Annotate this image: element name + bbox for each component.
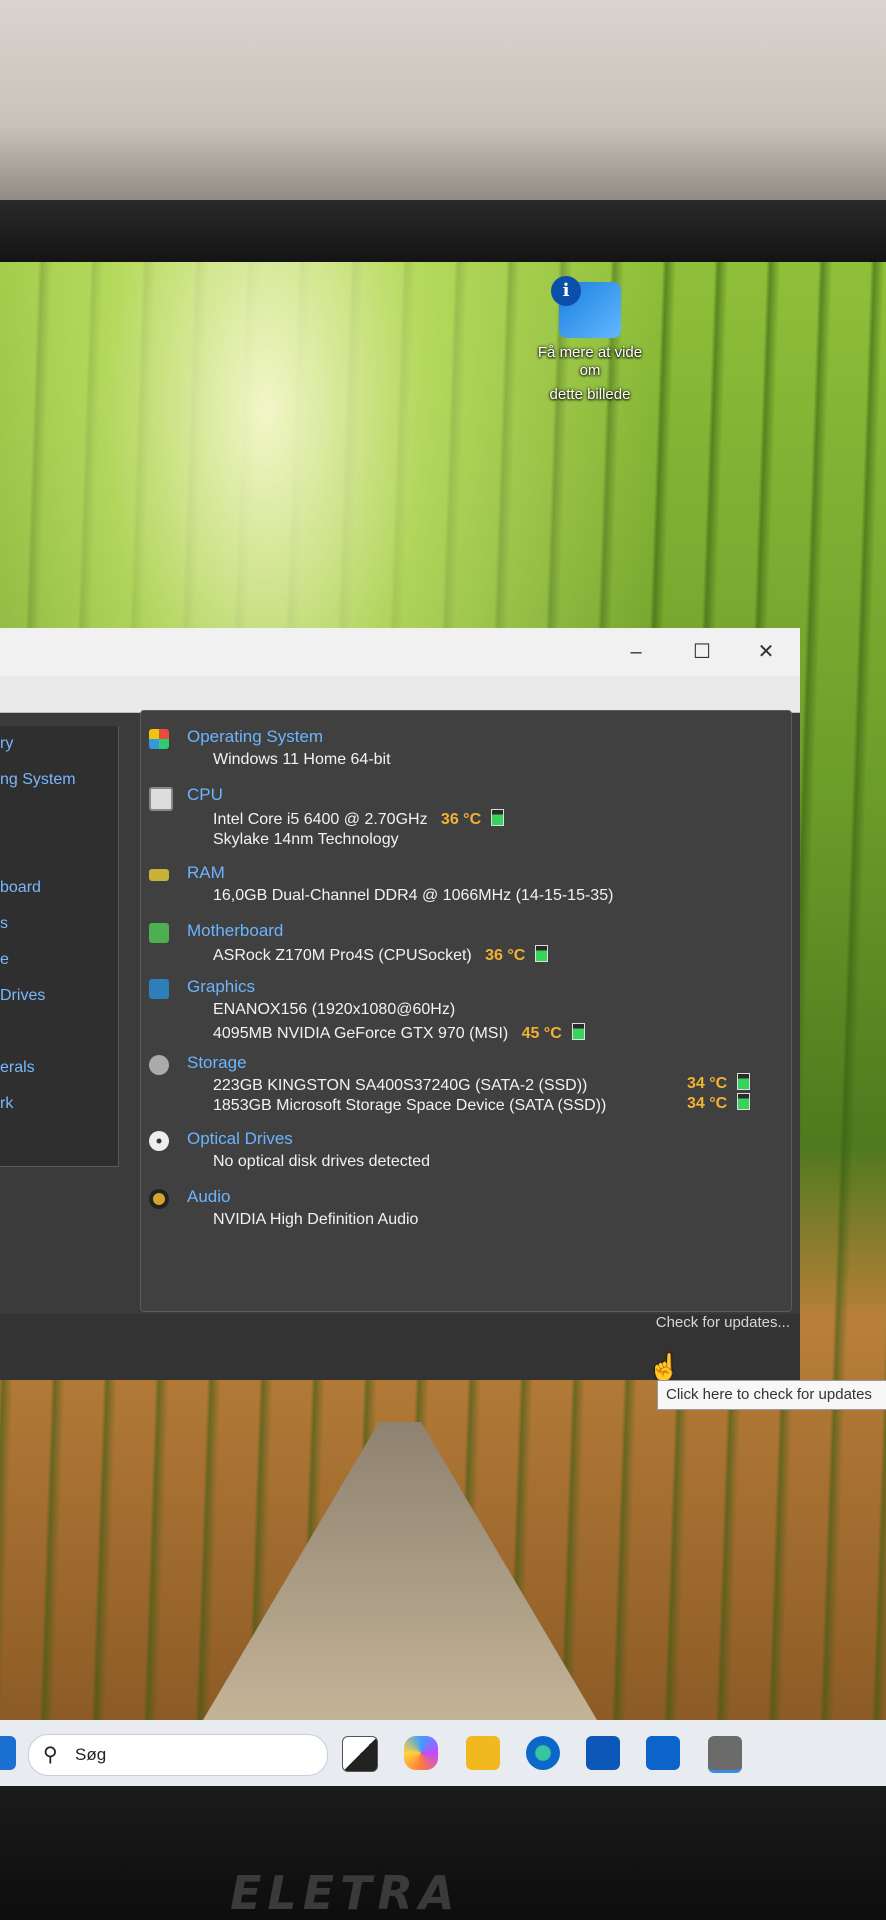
picture-icon: i [551,276,621,338]
speaker-icon [149,1189,169,1209]
temp-gauge-icon [737,1093,751,1110]
drive-1-value: 223GB KINGSTON SA400S37240G (SATA-2 (SSD… [213,1077,588,1094]
optical-disc-icon [149,1131,169,1151]
sidebar-item-peripherals[interactable]: erals [0,1050,118,1086]
check-updates-link[interactable]: Check for updates... [656,1314,790,1331]
sidebar-item-storage[interactable]: e [0,942,118,978]
optical-value: No optical disk drives detected [213,1153,430,1170]
motherboard-icon [149,923,169,943]
sidebar-item-summary[interactable]: ry [0,726,118,762]
window-titlebar: – ☐ ✕ [0,628,800,676]
sidebar-item-graphics[interactable]: s [0,906,118,942]
cpu-icon [149,787,173,811]
motherboard-temp: 36 °C [485,947,526,964]
search-box[interactable]: ⚲ Søg [28,1734,328,1776]
start-icon[interactable] [0,1736,16,1770]
summary-panel: Operating System Windows 11 Home 64-bit … [140,710,792,1312]
desktop-icon-label-2: dette billede [549,386,631,403]
sidebar-item-optical-drives[interactable]: Drives [0,978,118,1014]
monitor-icon [149,979,169,999]
sidebar-item-operating-system[interactable]: ng System [0,762,118,798]
background-wall [0,0,886,210]
drive-2-temp: 34 °C [687,1095,728,1112]
file-explorer-icon[interactable] [466,1736,500,1770]
gpu-value: 4095MB NVIDIA GeForce GTX 970 (MSI) [213,1025,509,1042]
section-heading: Audio [187,1187,231,1206]
wallpaper-path [190,1422,610,1732]
cpu-temp: 36 °C [440,811,482,828]
gpu-temp: 45 °C [521,1025,562,1042]
menu-bar [0,676,800,713]
temp-gauge-icon [535,945,549,962]
sidebar-item-audio[interactable] [0,1014,118,1050]
monitor-brand-logo: ELETRA [230,1866,461,1920]
speccy-icon[interactable] [708,1736,742,1773]
os-value: Windows 11 Home 64-bit [213,751,391,768]
temp-gauge-icon [737,1073,751,1090]
section-heading: Graphics [187,977,256,996]
search-label: Søg [75,1745,107,1764]
sidebar-nav: ry ng System board s e Drives erals rk [0,726,119,1167]
speccy-window: – ☐ ✕ ry ng System board s e Drives eral… [0,628,800,1380]
desktop-icon-spotlight[interactable]: i Få mere at vide om dette billede [530,276,650,404]
section-heading: RAM [187,863,225,882]
motherboard-value: ASRock Z170M Pro4S (CPUSocket) [213,947,472,964]
search-icon: ⚲ [43,1744,58,1766]
drive-2-value: 1853GB Microsoft Storage Space Device (S… [213,1097,607,1114]
store-icon[interactable] [586,1736,620,1770]
section-heading: CPU [187,785,223,804]
display-value: ENANOX156 (1920x1080@60Hz) [213,1001,456,1018]
maximize-button[interactable]: ☐ [688,638,716,666]
minimize-button[interactable]: – [622,638,650,666]
close-button[interactable]: ✕ [752,638,780,666]
sidebar-item-network[interactable]: rk [0,1086,118,1122]
section-heading: Optical Drives [187,1129,293,1148]
cpu-model: Intel Core i5 6400 @ 2.70GHz [213,811,428,828]
copilot-icon[interactable] [404,1736,438,1770]
audio-value: NVIDIA High Definition Audio [213,1211,419,1228]
section-heading: Operating System [187,727,324,746]
temp-gauge-icon [571,1023,585,1040]
cpu-tech: Skylake 14nm Technology [213,831,399,848]
drive-1-temp: 34 °C [687,1075,728,1092]
desktop-icon-label-1: Få mere at vide om [537,344,643,379]
taskbar: ⚲ Søg [0,1720,886,1786]
edge-icon[interactable] [526,1736,560,1770]
task-view-icon[interactable] [342,1736,378,1772]
temp-gauge-icon [491,809,505,826]
sidebar-item-cpu[interactable] [0,798,118,834]
disk-icon [149,1055,169,1075]
section-heading: Motherboard [187,921,284,940]
outlook-icon[interactable] [646,1736,680,1770]
windows-icon [149,729,169,749]
sidebar-item-motherboard[interactable]: board [0,870,118,906]
info-icon: i [551,276,581,306]
section-heading: Storage [187,1053,247,1072]
ram-icon [149,869,169,881]
ram-value: 16,0GB Dual-Channel DDR4 @ 1066MHz (14-1… [213,887,614,904]
monitor-bezel-top [0,200,886,270]
tooltip: Click here to check for updates [657,1380,886,1410]
hand-cursor-icon: ☝ [648,1352,681,1382]
sidebar-item-ram[interactable] [0,834,118,870]
